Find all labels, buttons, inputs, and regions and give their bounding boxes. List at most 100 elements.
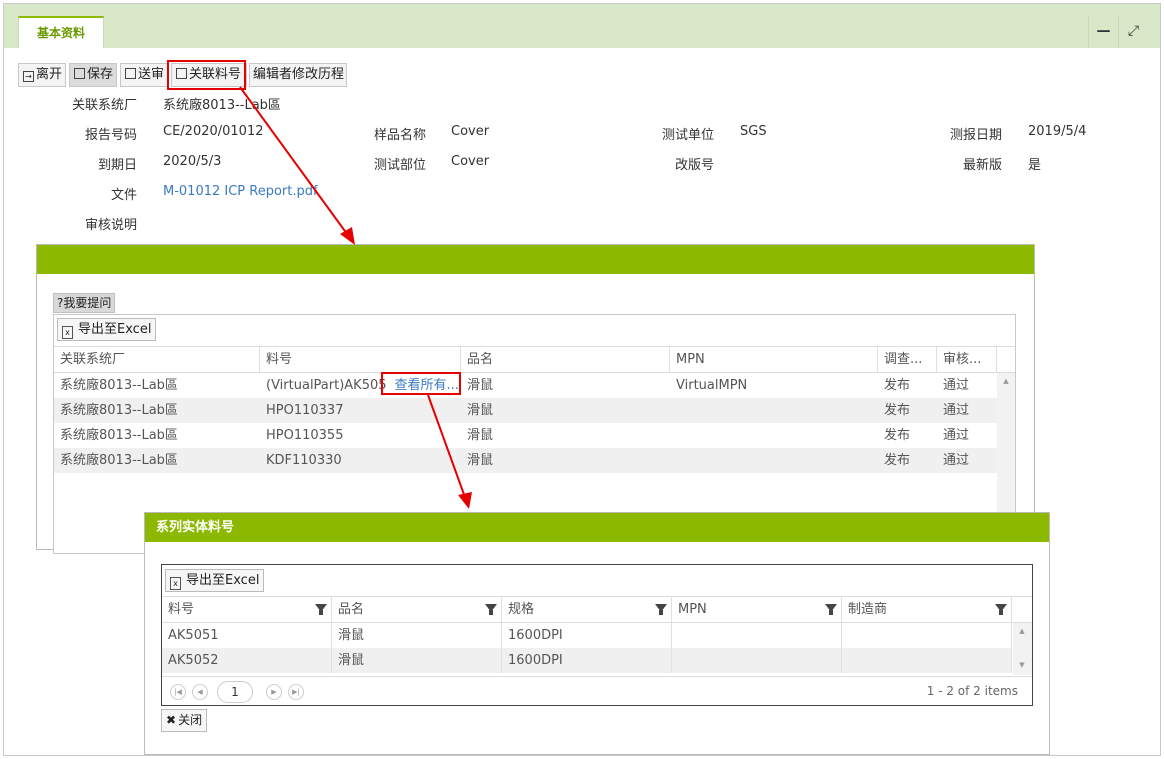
report-no-value: CE/2020/01012 xyxy=(163,124,264,139)
last-page-icon[interactable]: ▶| xyxy=(288,684,304,700)
sample-name-value: Cover xyxy=(451,124,490,139)
col-part-no[interactable]: 料号 xyxy=(260,347,461,372)
cell-mpn: VirtualMPN xyxy=(670,373,878,398)
export-excel-button[interactable]: x 导出至Excel xyxy=(165,569,265,592)
col-mpn[interactable]: MPN xyxy=(672,597,842,622)
close-icon: ✖ xyxy=(166,713,177,727)
file-link[interactable]: M-01012 ICP Report.pdf xyxy=(163,184,318,199)
cell-mpn xyxy=(672,623,842,648)
table-row[interactable]: AK5051 滑鼠 1600DPI xyxy=(162,623,1012,648)
cell-mpn xyxy=(672,648,842,673)
export-excel-button[interactable]: x 导出至Excel xyxy=(57,318,157,341)
col-review[interactable]: 审核... xyxy=(937,347,997,372)
grid-header: 关联系统厂 料号 品名 MPN 调查... 审核... xyxy=(54,346,1015,373)
excel-icon: x xyxy=(170,577,181,590)
cell-product-name: 滑鼠 xyxy=(461,398,670,423)
filter-icon[interactable] xyxy=(655,604,667,615)
expiry-value: 2020/5/3 xyxy=(163,154,222,169)
sample-name-label: 样品名称 xyxy=(373,128,426,143)
filter-icon[interactable] xyxy=(315,604,327,615)
cell-part-no: HPO110337 xyxy=(260,398,461,423)
cell-manufacturer xyxy=(842,648,1012,673)
revision-label: 改版号 xyxy=(674,158,714,173)
cell-factory: 系统廠8013--Lab區 xyxy=(54,373,260,398)
report-date-label: 测报日期 xyxy=(949,128,1002,143)
ask-question-button[interactable]: ?我要提问 xyxy=(53,293,116,313)
cell-part-no: AK5051 xyxy=(162,623,332,648)
col-mpn[interactable]: MPN xyxy=(670,347,878,372)
part-no-text: (VirtualPart)AK505 xyxy=(266,378,387,393)
file-label: 文件 xyxy=(110,188,137,203)
first-page-icon[interactable]: |◀ xyxy=(170,684,186,700)
factory-value: 系统廠8013--Lab區 xyxy=(163,98,281,113)
col-manufacturer[interactable]: 制造商 xyxy=(842,597,1012,622)
pager: |◀ ◀ 1 ▶ ▶| 1 - 2 of 2 items xyxy=(162,676,1032,705)
save-label: 保存 xyxy=(87,67,114,82)
export-label: 导出至Excel xyxy=(78,322,152,337)
report-date-value: 2019/5/4 xyxy=(1028,124,1087,139)
cell-review: 通过 xyxy=(937,398,997,423)
filter-icon[interactable] xyxy=(485,604,497,615)
cell-product-name: 滑鼠 xyxy=(461,373,670,398)
col-factory[interactable]: 关联系统厂 xyxy=(54,347,260,372)
exit-icon: → xyxy=(23,71,34,82)
minimize-icon[interactable]: — xyxy=(1088,16,1118,48)
tab-basic-info[interactable]: 基本资料 xyxy=(18,16,104,48)
table-row[interactable]: 系统廠8013--Lab區 (VirtualPart)AK505 查看所有... … xyxy=(54,373,997,398)
table-row[interactable]: 系统廠8013--Lab區 KDF110330 滑鼠 发布 通过 xyxy=(54,448,997,473)
grid-scrollbar[interactable]: ▲ ▼ xyxy=(1013,623,1032,675)
expiry-label: 到期日 xyxy=(97,158,137,173)
latest-value: 是 xyxy=(1028,158,1042,173)
export-label: 导出至Excel xyxy=(186,573,260,588)
cell-survey: 发布 xyxy=(878,373,937,398)
edit-history-label: 编辑者修改历程 xyxy=(253,67,345,82)
cell-spec: 1600DPI xyxy=(502,623,672,648)
series-parts-grid: x 导出至Excel 料号 品名 规格 MPN 制造商 AK5051 滑鼠 160… xyxy=(161,564,1033,706)
highlight-box xyxy=(381,372,461,395)
report-no-label: 报告号码 xyxy=(84,128,137,143)
submit-review-button[interactable]: 送审 xyxy=(120,63,168,87)
cell-factory: 系统廠8013--Lab區 xyxy=(54,398,260,423)
scroll-down-arrow[interactable]: ▼ xyxy=(1014,661,1030,669)
col-part-no[interactable]: 料号 xyxy=(162,597,332,622)
cell-product-name: 滑鼠 xyxy=(332,623,502,648)
close-label: 关闭 xyxy=(178,713,203,727)
review-label: 审核说明 xyxy=(84,218,137,233)
filter-icon[interactable] xyxy=(825,604,837,615)
cell-mpn xyxy=(670,398,878,423)
leave-label: 离开 xyxy=(36,67,63,82)
test-part-value: Cover xyxy=(451,154,490,169)
scroll-up-arrow[interactable]: ▲ xyxy=(998,377,1014,385)
table-row[interactable]: 系统廠8013--Lab區 HPO110337 滑鼠 发布 通过 xyxy=(54,398,997,423)
cell-factory: 系统廠8013--Lab區 xyxy=(54,423,260,448)
cell-survey: 发布 xyxy=(878,423,937,448)
table-row[interactable]: AK5052 滑鼠 1600DPI xyxy=(162,648,1012,673)
cell-survey: 发布 xyxy=(878,398,937,423)
col-part-no-label: 料号 xyxy=(168,602,195,617)
col-product-name[interactable]: 品名 xyxy=(332,597,502,622)
test-unit-label: 测试单位 xyxy=(661,128,714,143)
edit-history-button[interactable]: 编辑者修改历程 xyxy=(249,63,347,87)
grid-header: 料号 品名 规格 MPN 制造商 xyxy=(162,596,1032,623)
cell-review: 通过 xyxy=(937,423,997,448)
dialog-title: 系列实体料号 xyxy=(145,513,1049,542)
next-page-icon[interactable]: ▶ xyxy=(266,684,282,700)
col-product-name[interactable]: 品名 xyxy=(461,347,670,372)
test-part-label: 测试部位 xyxy=(373,158,426,173)
close-button[interactable]: ✖ 关闭 xyxy=(161,709,208,732)
filter-icon[interactable] xyxy=(995,604,1007,615)
cell-manufacturer xyxy=(842,623,1012,648)
col-spec[interactable]: 规格 xyxy=(502,597,672,622)
submit-icon xyxy=(125,68,136,79)
scroll-up-arrow[interactable]: ▲ xyxy=(1014,627,1030,635)
col-spec-label: 规格 xyxy=(508,602,535,617)
cell-review: 通过 xyxy=(937,373,997,398)
save-button[interactable]: 保存 xyxy=(69,63,117,87)
col-survey[interactable]: 调查... xyxy=(878,347,937,372)
cell-part-no: KDF110330 xyxy=(260,448,461,473)
page-number-input[interactable]: 1 xyxy=(217,681,253,703)
prev-page-icon[interactable]: ◀ xyxy=(192,684,208,700)
table-row[interactable]: 系统廠8013--Lab區 HPO110355 滑鼠 发布 通过 xyxy=(54,423,997,448)
leave-button[interactable]: → 离开 xyxy=(18,63,66,87)
maximize-icon[interactable]: ⤢ xyxy=(1118,16,1148,48)
